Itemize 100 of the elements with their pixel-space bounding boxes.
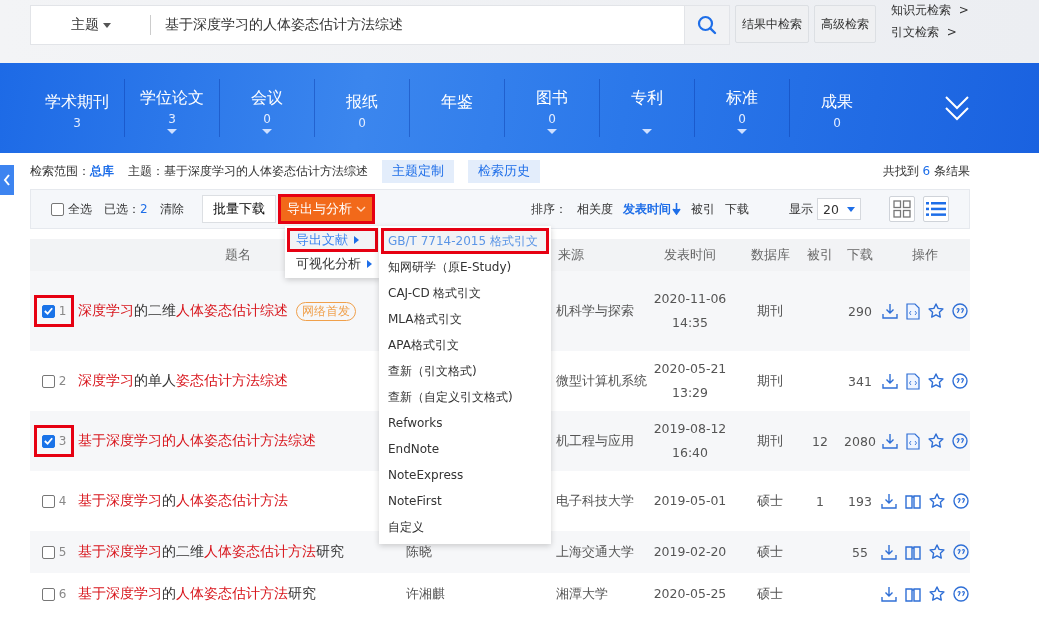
star-icon[interactable]: [929, 544, 945, 560]
category-tab[interactable]: 图书 0: [505, 73, 599, 143]
grid-view-button[interactable]: [889, 196, 915, 222]
search-option-button[interactable]: 高级检索: [814, 5, 876, 43]
checkbox[interactable]: [41, 434, 55, 448]
checkbox[interactable]: [41, 545, 55, 559]
category-tab[interactable]: 标准 0: [695, 73, 789, 143]
sort-label: 排序：: [531, 200, 567, 218]
download-icon[interactable]: [881, 586, 897, 602]
menu-item[interactable]: APA格式引文: [381, 332, 549, 358]
html-file-icon[interactable]: [906, 372, 920, 390]
quote-icon[interactable]: [953, 493, 969, 509]
source-cell[interactable]: 上海交通大学: [556, 543, 634, 559]
sort-option[interactable]: 被引: [691, 200, 715, 218]
category-tab[interactable]: 会议 0: [220, 73, 314, 143]
quote-icon[interactable]: [952, 373, 968, 389]
source-cell[interactable]: 湘潭大学: [556, 585, 608, 601]
checkbox[interactable]: [41, 494, 55, 508]
download-icon[interactable]: [882, 373, 898, 389]
sort-option[interactable]: 相关度: [577, 200, 613, 218]
paper-title-link[interactable]: 深度学习 的单人姿态估计方法综述: [78, 372, 288, 390]
download-icon[interactable]: [882, 433, 898, 449]
menu-item[interactable]: 查新（自定义引文格式): [381, 384, 549, 410]
citation-count: 1: [816, 493, 824, 509]
sort-arrow-icon: [672, 203, 681, 215]
row-number: 6: [58, 587, 67, 601]
html-file-icon[interactable]: [906, 302, 920, 320]
search-option-button[interactable]: 结果中检索: [735, 5, 809, 43]
paper-title-link[interactable]: 基于深度学习 的人体姿态估计方法研究: [78, 585, 316, 603]
category-tab[interactable]: 学位论文 3: [125, 73, 219, 143]
paper-title-link[interactable]: 基于深度学习 的人体姿态估计方法: [78, 492, 288, 510]
category-tab[interactable]: 成果 0: [790, 73, 884, 143]
menu-item[interactable]: NoteFirst: [381, 488, 549, 514]
star-icon[interactable]: [928, 303, 944, 319]
source-cell[interactable]: 机科学与探索: [556, 302, 634, 318]
menu-item[interactable]: 可视化分析: [287, 252, 378, 276]
download-icon[interactable]: [882, 303, 898, 319]
checkbox[interactable]: [41, 304, 55, 318]
source-cell[interactable]: 电子科技大学: [556, 492, 634, 508]
checkbox[interactable]: [41, 587, 55, 601]
clear-link[interactable]: 清除: [159, 200, 184, 218]
sort-option[interactable]: 下载: [725, 200, 749, 218]
menu-item[interactable]: MLA格式引文: [381, 306, 549, 332]
download-count: 2080: [844, 433, 876, 449]
side-link[interactable]: 知识元检索 >: [891, 2, 969, 19]
menu-item[interactable]: EndNote: [381, 436, 549, 462]
menu-item[interactable]: CAJ-CD 格式引文: [381, 280, 549, 306]
database-cell: 期刊: [757, 372, 783, 388]
search-button[interactable]: [684, 5, 730, 45]
menu-item[interactable]: Refworks: [381, 410, 549, 436]
author-cell[interactable]: 许湘麒: [406, 585, 445, 601]
star-icon[interactable]: [928, 433, 944, 449]
book-icon[interactable]: [905, 586, 921, 602]
star-icon[interactable]: [928, 373, 944, 389]
field-dropdown[interactable]: 主题: [30, 5, 150, 45]
search-topic: 主题：基于深度学习的人体姿态估计方法综述: [128, 162, 368, 180]
star-icon[interactable]: [929, 586, 945, 602]
side-link[interactable]: 引文检索 >: [891, 24, 969, 41]
quote-icon[interactable]: [953, 544, 969, 560]
menu-item[interactable]: NoteExpress: [381, 462, 549, 488]
quote-icon[interactable]: [952, 303, 968, 319]
list-view-button[interactable]: [923, 196, 949, 222]
download-icon[interactable]: [881, 544, 897, 560]
menu-item[interactable]: 查新（引文格式): [381, 358, 549, 384]
source-cell[interactable]: 微型计算机系统: [556, 372, 647, 388]
page-size-select[interactable]: 20: [817, 198, 861, 220]
paper-title-link[interactable]: 基于深度学习 的二维人体姿态估计方法研究: [78, 543, 344, 561]
date-cell: 2020-05-21 13:29: [653, 361, 727, 400]
menu-item[interactable]: 自定义: [381, 514, 549, 540]
category-tab[interactable]: 报纸 0: [315, 73, 409, 143]
collapse-tab[interactable]: [0, 165, 14, 195]
search-field[interactable]: 基于深度学习的人体姿态估计方法综述: [151, 5, 684, 45]
quote-icon[interactable]: [952, 433, 968, 449]
sort-option[interactable]: 发表时间: [623, 200, 681, 218]
result-count: 共找到 6 条结果: [882, 162, 970, 180]
quote-icon[interactable]: [953, 586, 969, 602]
star-icon[interactable]: [929, 493, 945, 509]
book-icon[interactable]: [905, 544, 921, 560]
paper-title-link[interactable]: 基于深度学习的人体姿态估计方法综述: [78, 432, 316, 450]
source-cell[interactable]: 机工程与应用: [556, 432, 634, 448]
date-cell: 2019-02-20: [653, 544, 727, 560]
scope-tag-button[interactable]: 主题定制: [382, 159, 454, 183]
html-file-icon[interactable]: [906, 432, 920, 450]
download-count: 341: [848, 373, 872, 389]
book-icon[interactable]: [905, 493, 921, 509]
scope-tag-button[interactable]: 检索历史: [468, 159, 540, 183]
expand-icon[interactable]: [944, 94, 970, 122]
paper-title-link[interactable]: 深度学习 的二维人体姿态估计综述: [78, 302, 288, 320]
category-tab[interactable]: 专利: [600, 73, 694, 143]
caret-icon: [355, 206, 366, 212]
menu-item[interactable]: 知网研学（原E-Study): [381, 254, 549, 280]
category-tab[interactable]: 年鉴: [410, 73, 504, 143]
checkbox[interactable]: [51, 202, 64, 216]
row-number: 5: [58, 545, 67, 559]
download-icon[interactable]: [881, 493, 897, 509]
category-tab[interactable]: 学术期刊 3: [30, 73, 124, 143]
select-all-label: 全选: [68, 200, 92, 218]
batch-download-button[interactable]: 批量下载: [201, 195, 276, 223]
author-cell[interactable]: 陈晓: [406, 543, 432, 559]
checkbox[interactable]: [41, 374, 55, 388]
